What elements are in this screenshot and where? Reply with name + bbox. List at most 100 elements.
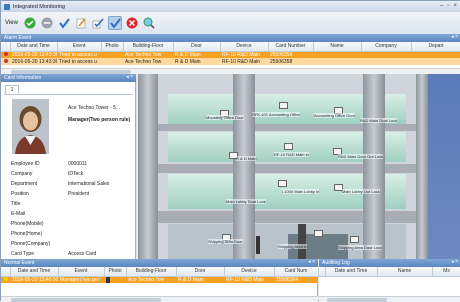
column-header[interactable]: Company — [361, 42, 412, 52]
device-icon[interactable] — [350, 236, 359, 243]
column-header[interactable]: Date and Time — [10, 267, 59, 277]
device-label[interactable]: RFK-101 Accounting Office — [252, 112, 301, 117]
column-header[interactable]: Building-Floor — [123, 42, 174, 52]
device-icon[interactable] — [279, 102, 288, 109]
device-icon[interactable] — [314, 230, 323, 237]
card-information-header: Card Information ◂ × — [1, 74, 136, 82]
table-cell — [101, 51, 123, 58]
device-label[interactable]: Shipping Area In — [278, 244, 308, 249]
table-cell: Tried to access u — [59, 58, 97, 65]
normal-horizontal-scrollbar[interactable] — [1, 296, 318, 302]
audit-horizontal-scrollbar[interactable] — [319, 296, 460, 302]
field-label: Phone(Company) — [11, 241, 51, 247]
device-label[interactable]: Shipping Area Door — [208, 239, 243, 244]
table-cell: 2016-05-20 13:43:36 — [12, 51, 57, 58]
column-header[interactable]: Photo — [104, 267, 127, 277]
pin-icon[interactable]: ◂ × — [451, 259, 458, 265]
toolbar: View — [1, 12, 460, 34]
building-map-view[interactable]: Mounting Office Door RFK-101 Accounting … — [138, 74, 460, 259]
column-header[interactable]: Card Num — [274, 267, 319, 277]
card-company-line: Ace Techno Tower - 5... — [68, 105, 121, 111]
device-label[interactable]: Main Lobby Dual Lock — [226, 199, 266, 204]
close-red-icon — [126, 17, 138, 29]
table-row[interactable]: 2016-05-20 13:46:50 Manager(Two per ​ Ac… — [1, 276, 318, 283]
toolbar-check-selected-button[interactable] — [107, 16, 122, 30]
column-header[interactable]: Card Number — [268, 42, 314, 52]
auditing-log-panel: Auditing Log ◂ × Date and Time Name Ms — [319, 259, 460, 302]
device-icon[interactable] — [278, 180, 287, 187]
table-row[interactable]: 2016-05-20 13:43:36 Tried to access u Ac… — [1, 58, 460, 65]
device-label[interactable]: Main Lobby Out Lock — [342, 189, 380, 194]
building-illustration — [138, 74, 460, 259]
field-value: IDTeck — [68, 171, 84, 177]
table-cell: R & D Main — [175, 51, 201, 58]
search-globe-icon — [143, 17, 155, 29]
column-header[interactable]: Ms — [432, 267, 460, 277]
check-blue-icon — [59, 18, 70, 29]
field-label: Phone(Mobile) — [11, 221, 44, 227]
toolbar-check-all-button[interactable] — [91, 16, 105, 30]
minimize-button[interactable]: – — [440, 3, 443, 9]
device-label[interactable]: Accounting Office Door — [314, 113, 356, 118]
field-label: Card Type — [11, 251, 34, 257]
table-cell: 25506364 — [276, 276, 299, 283]
column-header[interactable]: Name — [313, 42, 362, 52]
normal-event-table: Date and Time Event Photo Building-Floor… — [1, 267, 319, 283]
column-header[interactable]: Event — [57, 42, 102, 52]
device-label[interactable]: RF-10 R&D Main In — [274, 152, 309, 157]
column-header[interactable]: Date and Time — [325, 267, 378, 277]
column-header[interactable]: Depart — [411, 42, 460, 52]
auditing-log-title: Auditing Log — [322, 260, 350, 266]
pin-icon[interactable]: ◂ × — [451, 34, 458, 40]
table-cell: ​ — [104, 276, 126, 283]
audit-header-row: Date and Time Name Ms — [319, 267, 460, 277]
device-label[interactable]: Shipping Area Door Lock — [338, 245, 383, 250]
maximize-button[interactable]: ▫ — [447, 3, 449, 9]
table-cell: Tried to access u — [59, 51, 97, 58]
scrollbar-thumb[interactable] — [11, 298, 161, 302]
view-menu[interactable]: View — [5, 20, 18, 26]
toolbar-delete-button[interactable] — [125, 16, 139, 30]
table-row[interactable]: 2016-05-20 13:43:36 Tried to access u Ac… — [1, 51, 460, 58]
column-header[interactable]: Date and Time — [10, 42, 58, 52]
column-header[interactable]: Door — [173, 42, 221, 52]
table-cell — [313, 51, 361, 58]
column-header[interactable]: Name — [377, 267, 433, 277]
field-value: Access Card — [68, 251, 97, 257]
close-button[interactable]: × — [453, 3, 457, 9]
event-dot-icon — [4, 276, 8, 281]
device-label[interactable]: R & D Main — [236, 156, 257, 161]
tab-divider — [4, 94, 133, 95]
toolbar-check-green-button[interactable] — [23, 16, 37, 30]
column-header[interactable]: Event — [58, 267, 105, 277]
column-header[interactable]: Building-Floor — [126, 267, 177, 277]
device-label[interactable]: R&D Main Dual Lock — [360, 118, 398, 123]
table-cell: R & D Main — [175, 58, 201, 65]
field-label: E-Mail — [11, 211, 26, 217]
device-label[interactable]: R&D Main Door Out Lock — [338, 154, 384, 159]
auditing-log-table: Date and Time Name Ms — [319, 267, 460, 277]
toolbar-status-button[interactable] — [40, 16, 54, 30]
table-cell: RF-10 R&D Main — [222, 51, 261, 58]
scrollbar-thumb[interactable] — [327, 298, 387, 302]
auditing-log-header: Auditing Log ◂ × — [319, 259, 460, 267]
column-header[interactable]: Device — [220, 42, 269, 52]
device-label[interactable]: L1000 Main Lobby In — [282, 189, 320, 194]
column-header[interactable]: Device — [224, 267, 275, 277]
pin-icon[interactable]: ◂ × — [126, 74, 133, 80]
table-cell — [361, 51, 411, 58]
device-icon[interactable] — [284, 143, 293, 150]
toolbar-edit-button[interactable] — [74, 16, 88, 30]
toolbar-check-button[interactable] — [57, 16, 71, 30]
alarm-event-header: Alarm Event ◂ × — [1, 34, 460, 42]
device-label[interactable]: Mounting Office Door — [206, 115, 244, 120]
toolbar-search-button[interactable] — [142, 16, 156, 30]
table-cell — [411, 51, 460, 58]
field-value: President — [68, 191, 90, 197]
table-cell: RF-10 R&D Main — [222, 58, 261, 65]
column-header[interactable]: Photo — [101, 42, 124, 52]
card-tab-1[interactable]: 1 — [5, 85, 19, 94]
column-header[interactable]: Door — [176, 267, 225, 277]
pin-icon[interactable]: ◂ × — [308, 259, 315, 265]
person-photo-icon — [12, 99, 49, 154]
